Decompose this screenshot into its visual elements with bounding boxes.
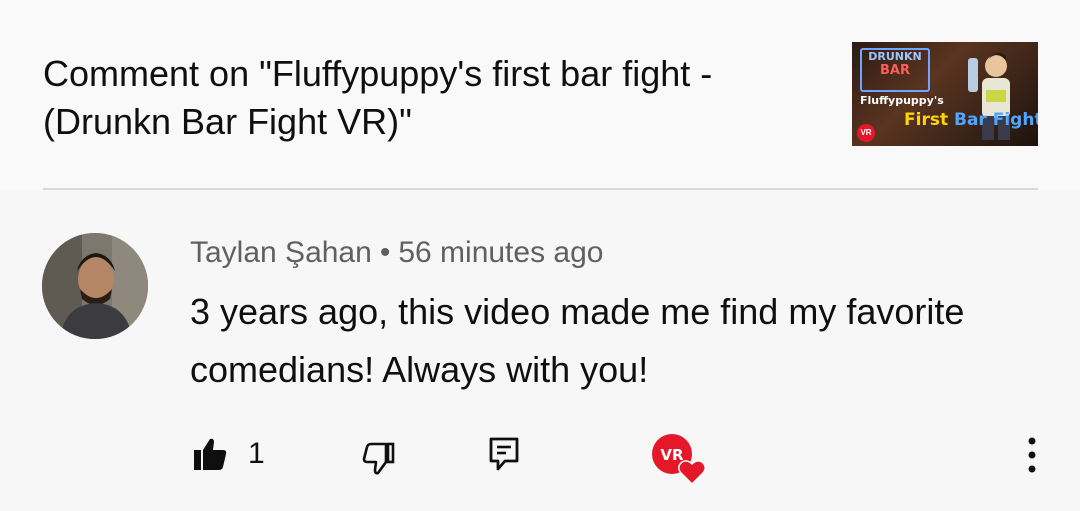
reply-comment-icon[interactable] (488, 436, 520, 472)
thumbnail-subtitle: First Bar Fight! (904, 110, 1038, 130)
thumbnail-first: First (904, 110, 949, 130)
avatar-image (42, 233, 148, 339)
avatar[interactable] (42, 233, 148, 339)
thumbs-up-filled-icon[interactable] (192, 436, 228, 472)
meta-separator: • (379, 236, 391, 269)
like-count: 1 (248, 437, 265, 470)
video-thumbnail[interactable]: DRUNKN BAR Fluffypuppy's First Bar Fight… (852, 42, 1038, 146)
thumbnail-logo-line2: BAR (880, 63, 910, 78)
comment-author[interactable]: Taylan Şahan (190, 236, 372, 269)
thumbnail-name: Fluffypuppy's (860, 94, 944, 107)
creator-heart-icon: VR (652, 434, 706, 486)
comment-header: Comment on "Fluffypuppy's first bar figh… (0, 0, 1080, 190)
comment-meta: Taylan Şahan • 56 minutes ago (190, 233, 603, 273)
thumbnail-bar-fight: Bar Fight! (954, 110, 1038, 130)
thumbnail-vr-badge: VR (857, 124, 875, 142)
comment-text: 3 years ago, this video made me find my … (190, 291, 965, 390)
thumbnail-logo: DRUNKN BAR (860, 48, 930, 92)
comment-time: 56 minutes ago (398, 236, 604, 269)
creator-badge-text: VR (660, 446, 684, 464)
thumbnail-logo-line1: DRUNKN (868, 50, 922, 63)
more-vertical-icon[interactable] (1020, 436, 1044, 474)
page-title: Comment on "Fluffypuppy's first bar figh… (43, 53, 713, 142)
divider (43, 188, 1038, 190)
thumbs-down-icon[interactable] (360, 440, 396, 476)
